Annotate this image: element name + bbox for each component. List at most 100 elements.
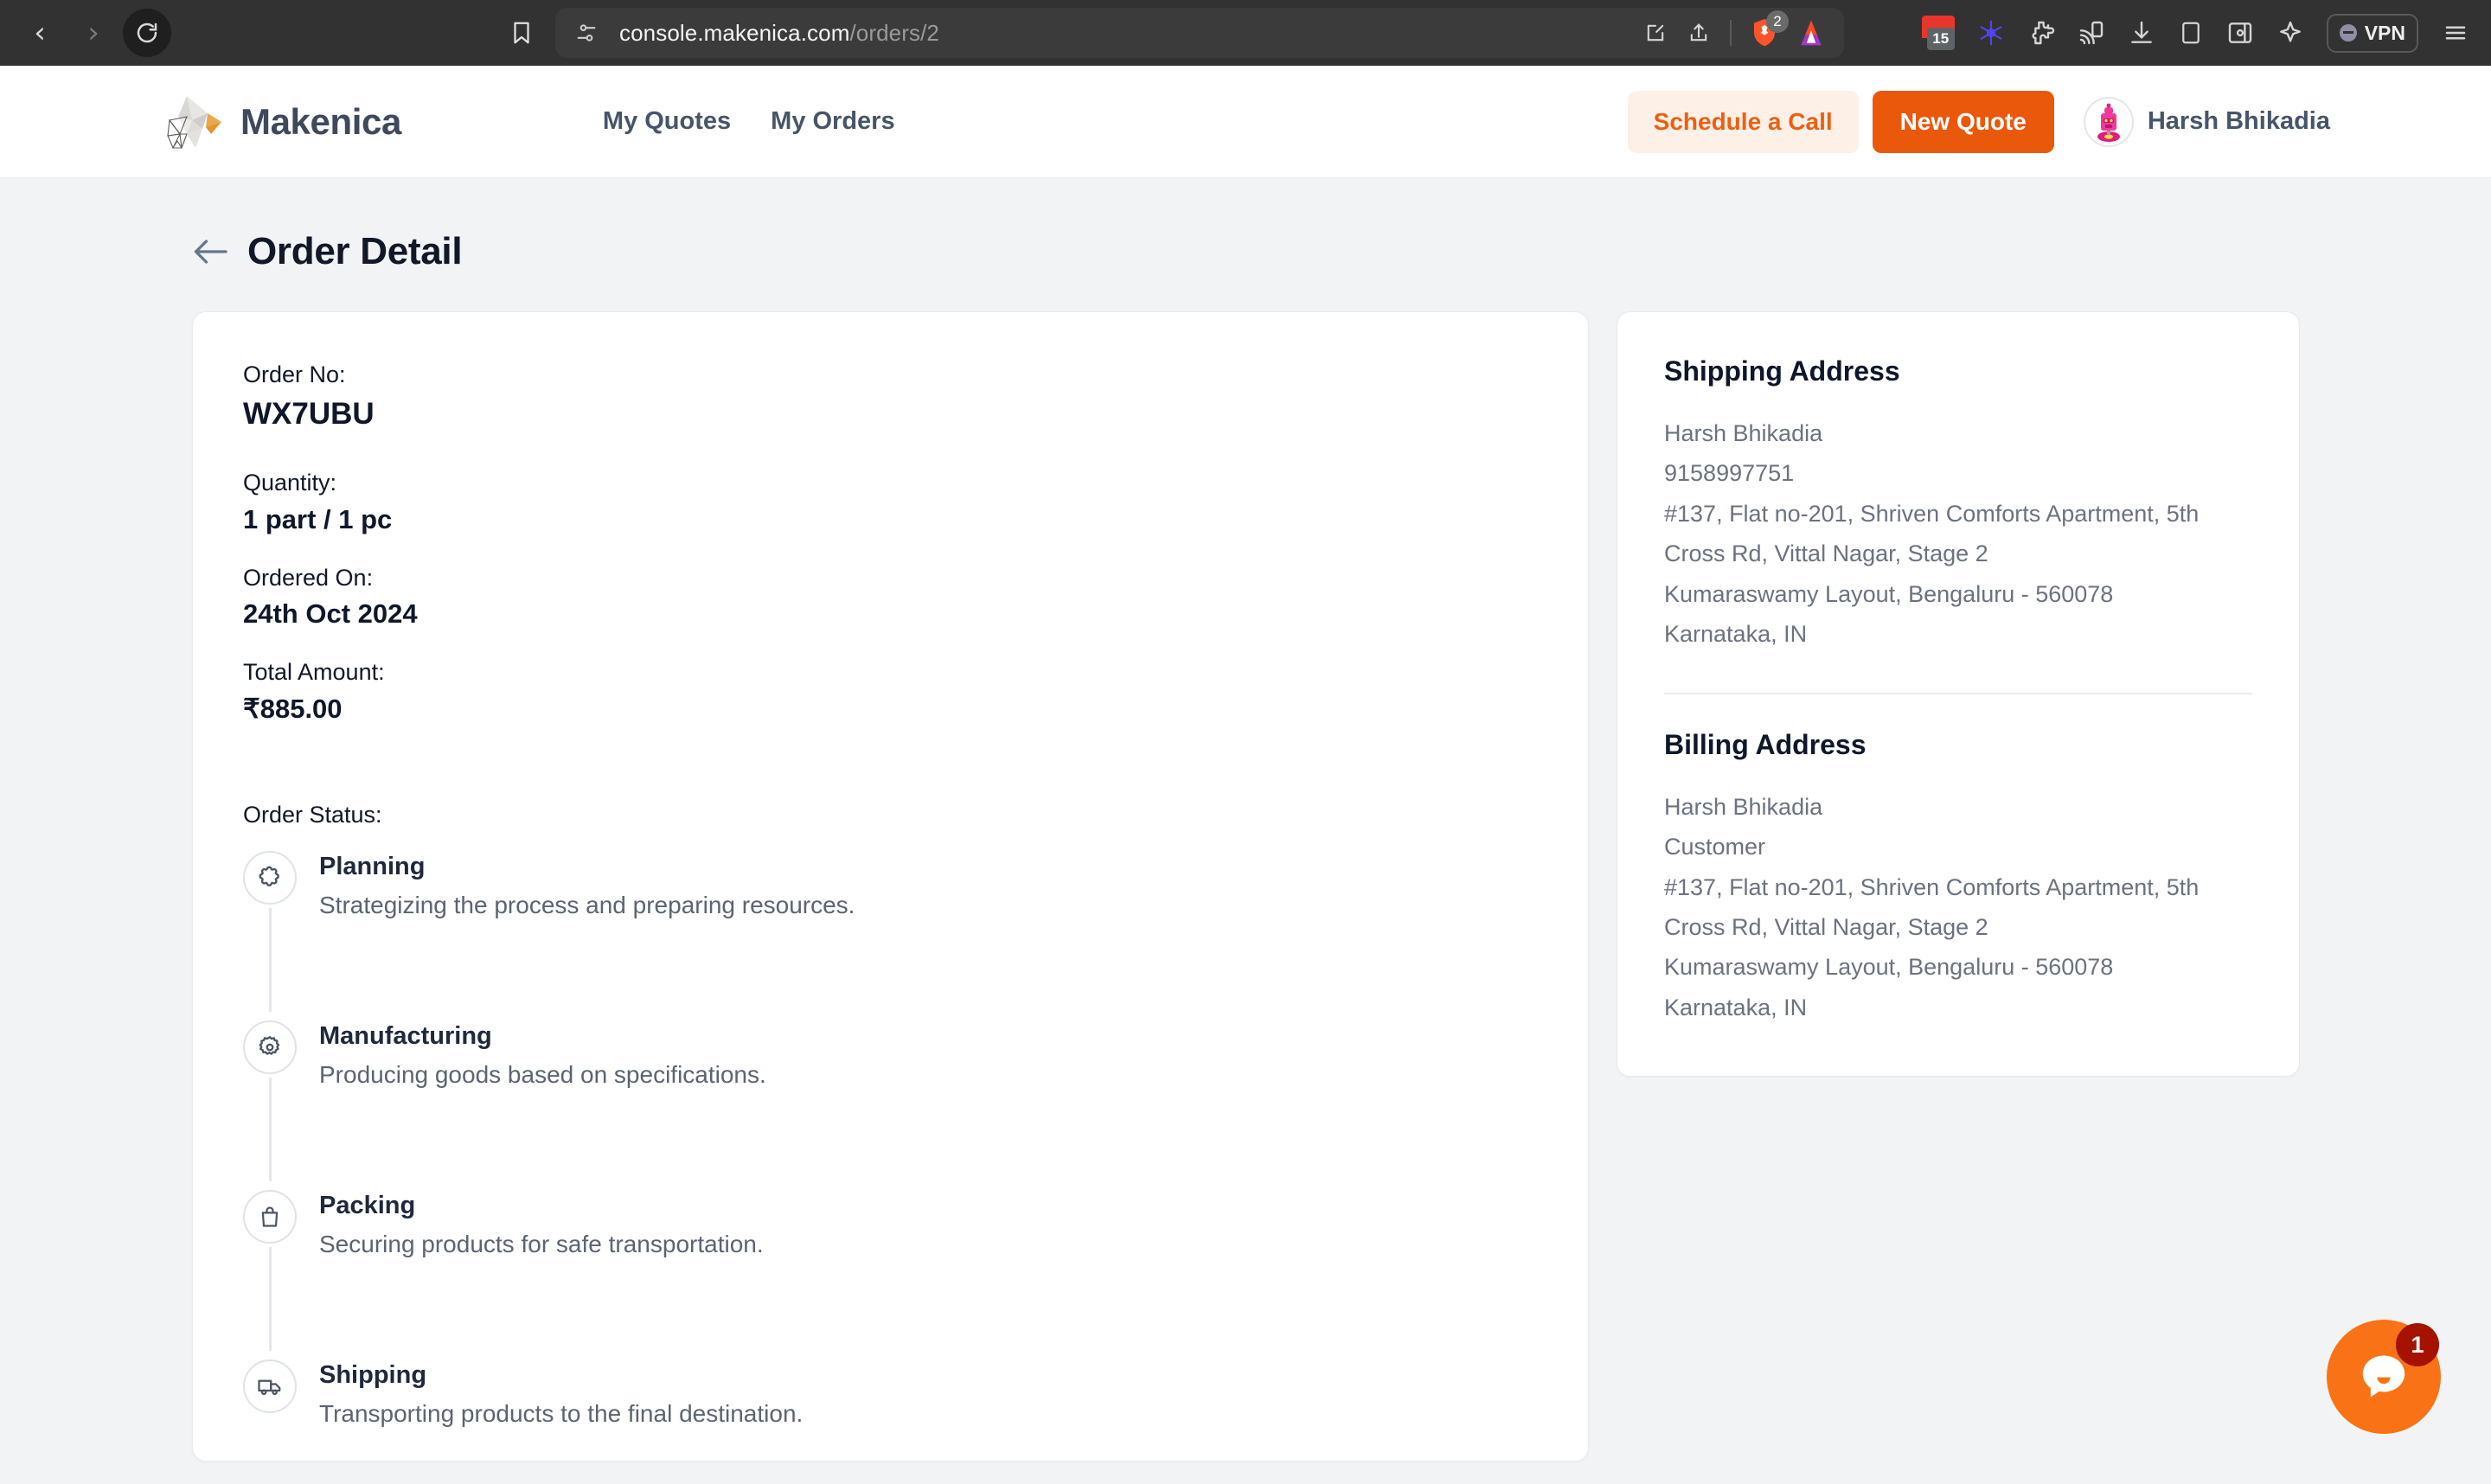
downloads-button[interactable] (2128, 19, 2155, 47)
reload-icon (137, 22, 157, 43)
share-icon (1690, 23, 1707, 42)
address-bar[interactable]: console.makenica.com/orders/2 2 (555, 8, 1844, 58)
timeline-connector (268, 1077, 272, 1181)
quantity-field: Quantity: 1 part / 1 pc (243, 465, 1538, 539)
open-in-new-window-button[interactable] (1643, 21, 1668, 45)
timeline-step-body: Manufacturing Producing goods based on s… (319, 1020, 766, 1091)
order-no-value: WX7UBU (243, 396, 375, 431)
timeline-step-manufacturing: Manufacturing Producing goods based on s… (243, 1020, 1538, 1190)
url-path: /orders/2 (849, 19, 939, 46)
shipping-address-phone: 9158997751 (1664, 460, 1795, 487)
sidebar-toggle-button[interactable] (2178, 19, 2204, 47)
timeline-step-body: Shipping Transporting products to the fi… (319, 1359, 803, 1430)
timeline-step-body: Packing Securing products for safe trans… (319, 1190, 764, 1261)
share-button[interactable] (1687, 21, 1711, 45)
order-status-label: Order Status: (243, 801, 382, 828)
bookmark-button[interactable] (509, 18, 535, 48)
browser-menu-button[interactable] (2441, 20, 2470, 46)
billing-address-name: Harsh Bhikadia (1664, 793, 1823, 820)
billing-address-type: Customer (1664, 834, 1766, 860)
billing-address-city: Kumaraswamy Layout, Bengaluru - 560078 (1664, 954, 2114, 981)
reload-button[interactable] (123, 9, 171, 57)
ordered-on-value: 24th Oct 2024 (243, 598, 418, 630)
timeline-step-title: Shipping (319, 1360, 427, 1389)
chat-unread-badge: 1 (2396, 1323, 2439, 1366)
avatar (2083, 96, 2134, 147)
shipping-address-region: Karnataka, IN (1664, 621, 1808, 648)
nav-item-my-orders[interactable]: My Orders (771, 107, 894, 136)
shipping-address-title: Shipping Address (1664, 355, 1900, 387)
back-button[interactable] (192, 237, 228, 266)
browser-nav-buttons: ‹ › (16, 9, 171, 57)
cast-button[interactable] (2078, 19, 2105, 47)
timeline-connector (268, 907, 272, 1012)
app-header: Makenica My Quotes My Orders Schedule a … (0, 66, 2491, 178)
ordered-on-label: Ordered On: (243, 564, 374, 591)
timeline-step-shipping: Shipping Transporting products to the fi… (243, 1359, 1538, 1439)
puzzle-extension-icon (2032, 21, 2054, 45)
brave-shields-button[interactable]: 2 (1751, 10, 1789, 48)
nav-item-my-quotes[interactable]: My Quotes (603, 107, 731, 136)
back-arrow-icon (194, 240, 227, 264)
bookmark-icon (514, 22, 529, 44)
robot-avatar-icon (2097, 103, 2120, 142)
cast-icon (2079, 21, 2103, 45)
billing-address-section: Billing Address Harsh Bhikadia Customer … (1664, 729, 2252, 1028)
back-button[interactable]: ‹ (16, 9, 64, 57)
brave-rewards-button[interactable] (1797, 18, 1825, 48)
timeline-step-title: Planning (319, 852, 426, 880)
timeline-marker (243, 1020, 297, 1181)
timeline-step-body: Planning Strategizing the process and pr… (319, 851, 855, 922)
forward-chevron-icon: › (87, 16, 99, 50)
addresses-card: Shipping Address Harsh Bhikadia 91589977… (1617, 311, 2300, 1078)
extensions-tray: 15 VPN (1921, 13, 2491, 53)
shields-blocked-count: 2 (1766, 10, 1789, 33)
timeline-marker (243, 1189, 297, 1351)
snowflake-extension-button[interactable] (1977, 19, 2005, 47)
address-bar-actions: 2 (1643, 10, 1825, 48)
back-chevron-icon: ‹ (34, 16, 46, 50)
timeline-step-packing: Packing Securing products for safe trans… (243, 1189, 1538, 1359)
ordered-on-field: Ordered On: 24th Oct 2024 (243, 560, 1538, 634)
order-no-field: Order No: WX7UBU (243, 357, 1538, 436)
leo-ai-button[interactable] (2276, 19, 2304, 47)
sidebar-icon (2181, 22, 2200, 44)
extensions-button[interactable] (2027, 19, 2055, 47)
total-amount-label: Total Amount: (243, 659, 385, 686)
site-settings-button[interactable] (574, 21, 599, 45)
snowflake-icon (1980, 20, 2002, 46)
hamburger-menu-icon (2445, 26, 2466, 40)
order-no-label: Order No: (243, 361, 346, 387)
schedule-a-call-button[interactable]: Schedule a Call (1627, 90, 1859, 153)
url-host: console.makenica.com (619, 19, 850, 46)
chat-widget[interactable]: 1 (2327, 1320, 2441, 1434)
truck-icon (243, 1359, 297, 1413)
header-actions: Schedule a Call New Quote Harsh Bhikadia (1627, 90, 2491, 153)
wallet-button[interactable] (2226, 19, 2254, 47)
calendar-extension-button[interactable]: 15 (1921, 16, 1955, 50)
timeline-connector (268, 1246, 272, 1351)
new-quote-button[interactable]: New Quote (1872, 90, 2054, 153)
gear-icon (243, 1020, 297, 1074)
forward-button[interactable]: › (69, 9, 118, 57)
billing-address-street: #137, Flat no-201, Shriven Comforts Apar… (1664, 873, 2200, 940)
quantity-label: Quantity: (243, 470, 337, 496)
vpn-toggle-button[interactable]: VPN (2326, 13, 2418, 53)
quantity-value: 1 part / 1 pc (243, 503, 393, 534)
brand-logo-link[interactable]: Makenica (161, 91, 401, 153)
timeline-marker (243, 1359, 297, 1413)
shipping-address-section: Shipping Address Harsh Bhikadia 91589977… (1664, 355, 2252, 655)
calendar-day-badge: 15 (1926, 28, 1955, 50)
user-name: Harsh Bhikadia (2147, 107, 2330, 135)
timeline-marker (243, 850, 297, 1012)
brave-rewards-triangle-icon (1801, 20, 1822, 46)
page-body: Order Detail Order No: WX7UBU Quantity: … (0, 178, 2491, 1484)
billing-address-region: Karnataka, IN (1664, 994, 1808, 1020)
download-icon (2130, 21, 2152, 43)
makenica-eagle-logo-icon (167, 95, 221, 149)
page-header: Order Detail (192, 230, 2491, 273)
shipping-address-name: Harsh Bhikadia (1664, 420, 1823, 446)
billing-address-title: Billing Address (1664, 728, 1867, 760)
vpn-status-icon (2339, 24, 2357, 42)
user-menu[interactable]: Harsh Bhikadia (2083, 96, 2330, 147)
